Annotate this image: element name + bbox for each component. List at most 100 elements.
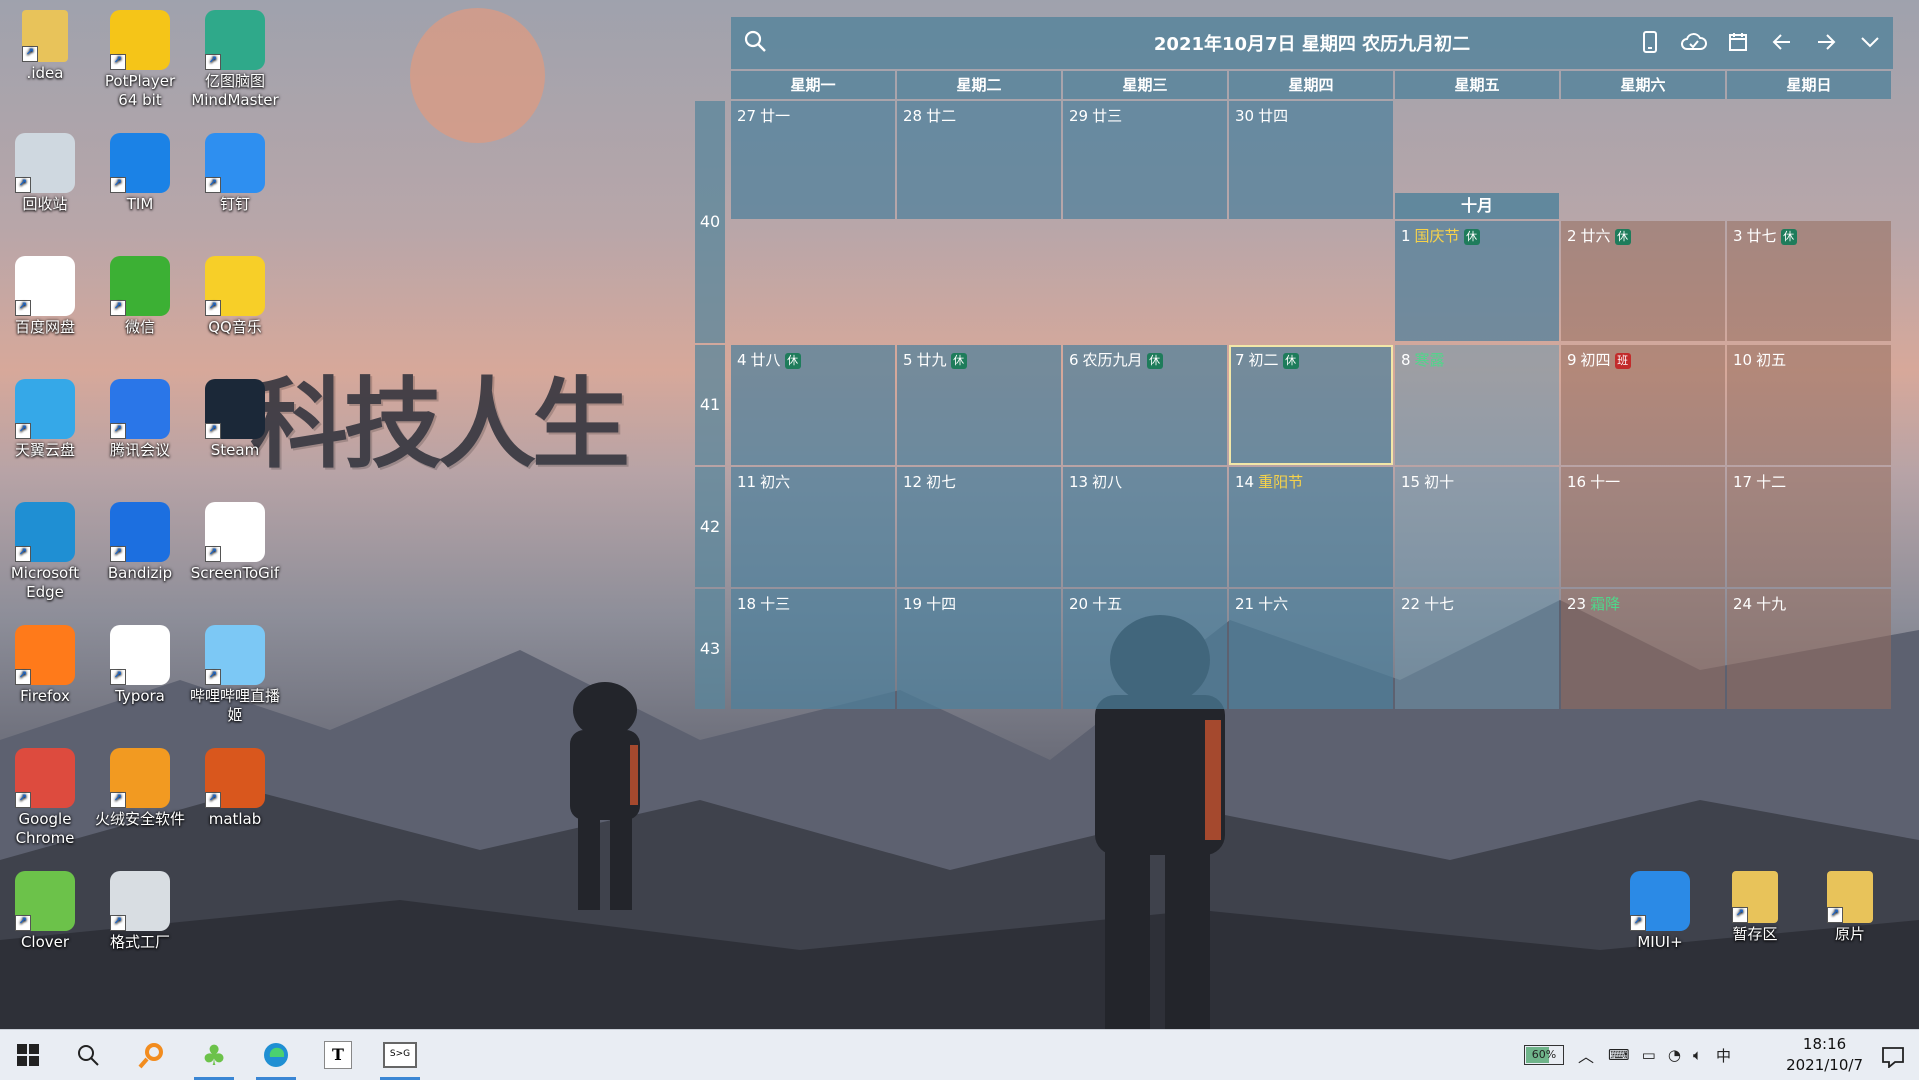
desktop-icon[interactable]: ↗ Clover <box>0 871 90 952</box>
desktop-icon[interactable]: ↗ 腾讯会议 <box>95 379 185 460</box>
arrow-left-icon[interactable] <box>1767 27 1797 57</box>
desktop-icon[interactable]: ↗ Steam <box>190 379 280 460</box>
calendar-day-cell[interactable]: 9 初四班 <box>1561 345 1725 465</box>
day-number: 19 <box>903 595 923 613</box>
desktop-icon-label: ScreenToGif <box>190 564 280 582</box>
desktop-icon[interactable]: ↗ 火绒安全软件 <box>95 748 185 829</box>
desktop-icon[interactable]: ↗ 钉钉 <box>190 133 280 214</box>
desktop-icon[interactable]: ↗ 暂存区 <box>1710 871 1800 944</box>
desktop-icon[interactable]: ↗ Bandizip <box>95 502 185 583</box>
desktop-icon[interactable]: ↗ 亿图脑图MindMaster <box>190 10 280 110</box>
desktop-icon[interactable]: ↗ 天翼云盘 <box>0 379 90 460</box>
volume-icon[interactable]: 🔈︎ <box>1693 1046 1702 1064</box>
desktop-icon[interactable]: ↗ Microsoft Edge <box>0 502 90 602</box>
day-number: 23 <box>1567 595 1587 613</box>
desktop-icon[interactable]: ↗ QQ音乐 <box>190 256 280 337</box>
calendar-day-cell[interactable]: 10 初五 <box>1727 345 1891 465</box>
weekday-header: 星期四 <box>1229 71 1393 99</box>
calendar-day-cell[interactable]: 5 廿九休 <box>897 345 1061 465</box>
calendar-day-cell[interactable]: 23 霜降 <box>1561 589 1725 709</box>
edge-icon[interactable] <box>252 1036 300 1080</box>
day-number: 4 <box>737 351 747 369</box>
desktop-icon[interactable]: ↗ MIUI+ <box>1615 871 1705 952</box>
desktop-icon[interactable]: ↗ 原片 <box>1805 871 1895 944</box>
calendar-day-cell[interactable]: 8 寒露 <box>1395 345 1559 465</box>
desktop-icon[interactable]: ↗ Typora <box>95 625 185 706</box>
arrow-right-icon[interactable] <box>1811 27 1841 57</box>
cloud-sync-icon[interactable] <box>1679 27 1709 57</box>
calendar-day-cell[interactable]: 2 廿六休 <box>1561 221 1725 341</box>
keyboard-icon[interactable]: ⌨ <box>1608 1046 1630 1064</box>
calendar-day-cell[interactable]: 27 廿一 <box>731 101 895 219</box>
desktop-icon[interactable]: ↗ TIM <box>95 133 185 214</box>
desktop-icon[interactable]: ↗ ScreenToGif <box>190 502 280 583</box>
day-number: 21 <box>1235 595 1255 613</box>
calendar-day-cell[interactable]: 30 廿四 <box>1229 101 1393 219</box>
weekday-header: 星期一 <box>731 71 895 99</box>
typora-icon[interactable]: T <box>314 1036 362 1074</box>
desktop-icon[interactable]: ↗ 百度网盘 <box>0 256 90 337</box>
month-header: 十月 <box>1395 193 1559 219</box>
search-icon[interactable] <box>64 1036 112 1074</box>
desktop-icon[interactable]: ↗ Google Chrome <box>0 748 90 848</box>
calendar-day-cell[interactable]: 13 初八 <box>1063 467 1227 587</box>
taskbar-clock[interactable]: 18:16 2021/10/7 <box>1786 1034 1863 1076</box>
day-number: 16 <box>1567 473 1587 491</box>
calendar-day-cell[interactable]: 20 十五 <box>1063 589 1227 709</box>
desktop-icon[interactable]: ↗ PotPlayer 64 bit <box>95 10 185 110</box>
calendar-day-cell[interactable]: 28 廿二 <box>897 101 1061 219</box>
lunar-text: 十一 <box>1590 473 1621 491</box>
shortcut-arrow-icon: ↗ <box>1732 907 1748 923</box>
calendar-day-cell[interactable]: 4 廿八休 <box>731 345 895 465</box>
desktop-icon-label: MIUI+ <box>1637 933 1683 951</box>
calendar-day-cell[interactable]: 12 初七 <box>897 467 1061 587</box>
day-number: 8 <box>1401 351 1411 369</box>
calendar-day-cell[interactable]: 22 十七 <box>1395 589 1559 709</box>
desktop-icon[interactable]: ↗ 微信 <box>95 256 185 337</box>
everything-search-icon[interactable] <box>128 1036 176 1074</box>
wifi-icon[interactable]: ◔ <box>1668 1046 1681 1064</box>
battery-icon[interactable]: ▭ <box>1642 1046 1656 1064</box>
clover-icon[interactable]: ♣ <box>190 1036 238 1080</box>
calendar-day-cell[interactable]: 7 初二休 <box>1229 345 1393 465</box>
weekday-header-row: 星期一 星期二 星期三 星期四 星期五 星期六 星期日 <box>731 71 1893 99</box>
lunar-text: 廿四 <box>1258 107 1289 125</box>
lunar-text: 十六 <box>1258 595 1289 613</box>
typora-icon: ↗ <box>110 625 170 685</box>
desktop-icon[interactable]: ↗ 格式工厂 <box>95 871 185 952</box>
calendar-day-cell[interactable]: 14 重阳节 <box>1229 467 1393 587</box>
screentogif-icon: ↗ <box>205 502 265 562</box>
desktop-icon[interactable]: ↗ 回收站 <box>0 133 90 214</box>
calendar-day-cell[interactable]: 17 十二 <box>1727 467 1891 587</box>
lunar-text: 国庆节 <box>1414 227 1460 245</box>
lunar-text: 廿八 <box>750 351 781 369</box>
desktop-icon-label: .idea <box>26 64 64 82</box>
chevron-up-icon[interactable]: ︿ <box>1578 1043 1594 1067</box>
calendar-day-cell[interactable]: 16 十一 <box>1561 467 1725 587</box>
calendar-day-cell[interactable]: 21 十六 <box>1229 589 1393 709</box>
lunar-text: 初十 <box>1424 473 1455 491</box>
calendar-day-cell[interactable]: 18 十三 <box>731 589 895 709</box>
desktop-icon[interactable]: ↗ matlab <box>190 748 280 829</box>
calendar-day-cell[interactable]: 15 初十 <box>1395 467 1559 587</box>
calendar-day-cell[interactable]: 3 廿七休 <box>1727 221 1891 341</box>
calendar-day-cell[interactable]: 6 农历九月休 <box>1063 345 1227 465</box>
chevron-down-icon[interactable] <box>1855 27 1885 57</box>
calendar-icon[interactable] <box>1723 27 1753 57</box>
windows-start-icon[interactable] <box>4 1036 52 1074</box>
calendar-day-cell[interactable]: 29 廿三 <box>1063 101 1227 219</box>
phone-icon[interactable] <box>1635 27 1665 57</box>
calendar-day-cell[interactable]: 1 国庆节休 <box>1395 221 1559 341</box>
ime-indicator[interactable]: 中 <box>1716 1045 1731 1066</box>
calendar-day-cell[interactable]: 11 初六 <box>731 467 895 587</box>
desktop-icon[interactable]: ↗ .idea <box>0 10 90 83</box>
calendar-day-cell[interactable]: 19 十四 <box>897 589 1061 709</box>
screentogif-icon[interactable]: S>G <box>376 1036 424 1080</box>
notification-icon[interactable] <box>1869 1038 1917 1076</box>
desktop-icon[interactable]: ↗ Firefox <box>0 625 90 706</box>
desktop-icon[interactable]: ↗ 哔哩哔哩直播姬 <box>190 625 280 725</box>
battery-indicator[interactable]: 60% <box>1524 1045 1564 1065</box>
shortcut-arrow-icon: ↗ <box>205 792 221 808</box>
calendar-day-cell[interactable]: 24 十九 <box>1727 589 1891 709</box>
shortcut-arrow-icon: ↗ <box>22 46 38 62</box>
